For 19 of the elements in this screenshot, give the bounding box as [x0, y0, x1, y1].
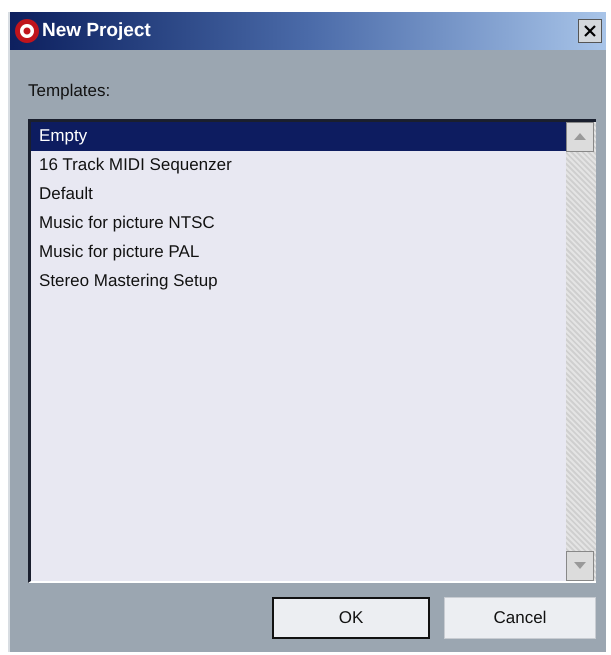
template-item[interactable]: 16 Track MIDI Sequenzer: [31, 150, 566, 180]
scroll-up-button[interactable]: [566, 122, 594, 152]
cancel-button[interactable]: Cancel: [444, 596, 596, 638]
templates-label: Templates:: [28, 80, 110, 102]
template-item[interactable]: Stereo Mastering Setup: [31, 266, 566, 296]
close-button[interactable]: [578, 19, 602, 43]
scrollbar[interactable]: [566, 122, 596, 580]
ok-button[interactable]: OK: [272, 596, 430, 638]
up-arrow-icon: [574, 133, 586, 140]
window-title: New Project: [42, 18, 151, 43]
logo-icon: [14, 18, 40, 44]
template-item[interactable]: Music for picture PAL: [31, 238, 566, 266]
down-arrow-icon: [574, 562, 586, 569]
scroll-down-button[interactable]: [566, 550, 594, 580]
template-item[interactable]: Default: [31, 180, 566, 208]
templates-list[interactable]: Empty 16 Track MIDI Sequenzer Default Music for picture NTSC Music for picture PAL Stereo Mastering Setup: [28, 118, 596, 582]
template-item[interactable]: Music for picture NTSC: [31, 208, 566, 238]
template-item[interactable]: Empty: [31, 122, 566, 150]
close-icon: [583, 24, 597, 38]
